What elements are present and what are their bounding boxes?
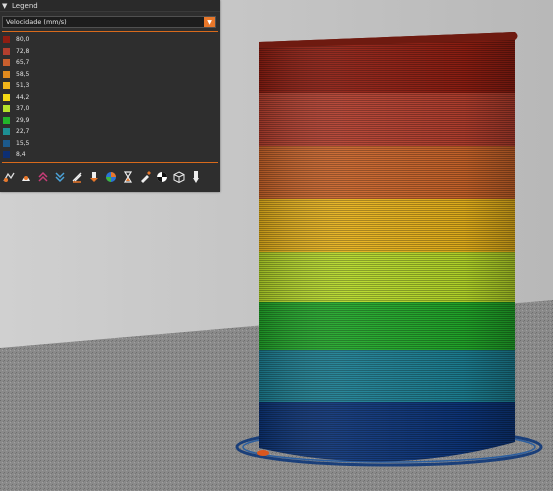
legend-item: 37,0 <box>2 103 212 115</box>
color-swatch <box>3 93 10 101</box>
deretractions-icon[interactable] <box>53 171 66 184</box>
color-changes-icon[interactable] <box>104 171 117 184</box>
color-swatch <box>3 82 10 90</box>
custom-gcode-icon[interactable] <box>138 171 151 184</box>
legend-item: 51,3 <box>2 80 212 92</box>
legend-item: 72,8 <box>2 46 212 58</box>
legend-value: 58,5 <box>16 70 30 78</box>
color-swatch <box>3 47 10 55</box>
legend-value: 65,7 <box>16 59 30 67</box>
view-type-select[interactable]: Velocidade (mm/s) ▼ <box>2 16 216 28</box>
color-swatch <box>3 151 10 159</box>
wipe-icon[interactable] <box>19 171 32 184</box>
legend-item: 44,2 <box>2 92 212 104</box>
legend-item: 22,7 <box>2 126 212 138</box>
tool-changes-icon[interactable] <box>87 171 100 184</box>
legend-list: 80,0 72,8 65,7 58,5 51,3 44,2 37,0 29,9 <box>2 34 212 161</box>
legend-value: 8,4 <box>16 151 26 159</box>
collapse-triangle-icon[interactable]: ▼ <box>2 2 12 10</box>
legend-value: 51,3 <box>16 82 30 90</box>
legend-item: 29,9 <box>2 115 212 127</box>
printed-object[interactable] <box>255 30 520 482</box>
legend-value: 29,9 <box>16 116 30 124</box>
tool-marker-icon[interactable] <box>189 171 202 184</box>
pause-print-icon[interactable] <box>121 171 134 184</box>
retractions-icon[interactable] <box>36 171 49 184</box>
color-swatch <box>3 116 10 124</box>
legend-value: 72,8 <box>16 47 30 55</box>
color-swatch <box>3 36 10 44</box>
legend-item: 8,4 <box>2 149 212 161</box>
legend-value: 22,7 <box>16 128 30 136</box>
color-swatch <box>3 105 10 113</box>
color-swatch <box>3 139 10 147</box>
legend-value: 80,0 <box>16 36 30 44</box>
legend-title: Legend <box>12 1 38 10</box>
legend-item: 15,5 <box>2 138 212 150</box>
legend-item: 65,7 <box>2 57 212 69</box>
legend-value: 15,5 <box>16 139 30 147</box>
divider <box>2 31 218 32</box>
center-of-gravity-icon[interactable] <box>155 171 168 184</box>
color-swatch <box>3 70 10 78</box>
seams-icon[interactable] <box>70 171 83 184</box>
legend-value: 44,2 <box>16 93 30 101</box>
legend-value: 37,0 <box>16 105 30 113</box>
color-swatch <box>3 128 10 136</box>
legend-panel: ▼ Legend Velocidade (mm/s) ▼ 80,0 72,8 6… <box>0 0 220 192</box>
view-type-value: Velocidade (mm/s) <box>6 18 67 26</box>
travel-moves-icon[interactable] <box>2 171 15 184</box>
legend-item: 80,0 <box>2 34 212 46</box>
legend-header[interactable]: ▼ Legend <box>0 0 220 12</box>
legend-item: 58,5 <box>2 69 212 81</box>
color-swatch <box>3 59 10 67</box>
legend-toolbar <box>2 167 218 187</box>
chevron-down-icon[interactable]: ▼ <box>204 17 215 27</box>
divider <box>2 162 218 163</box>
shells-icon[interactable] <box>172 171 185 184</box>
